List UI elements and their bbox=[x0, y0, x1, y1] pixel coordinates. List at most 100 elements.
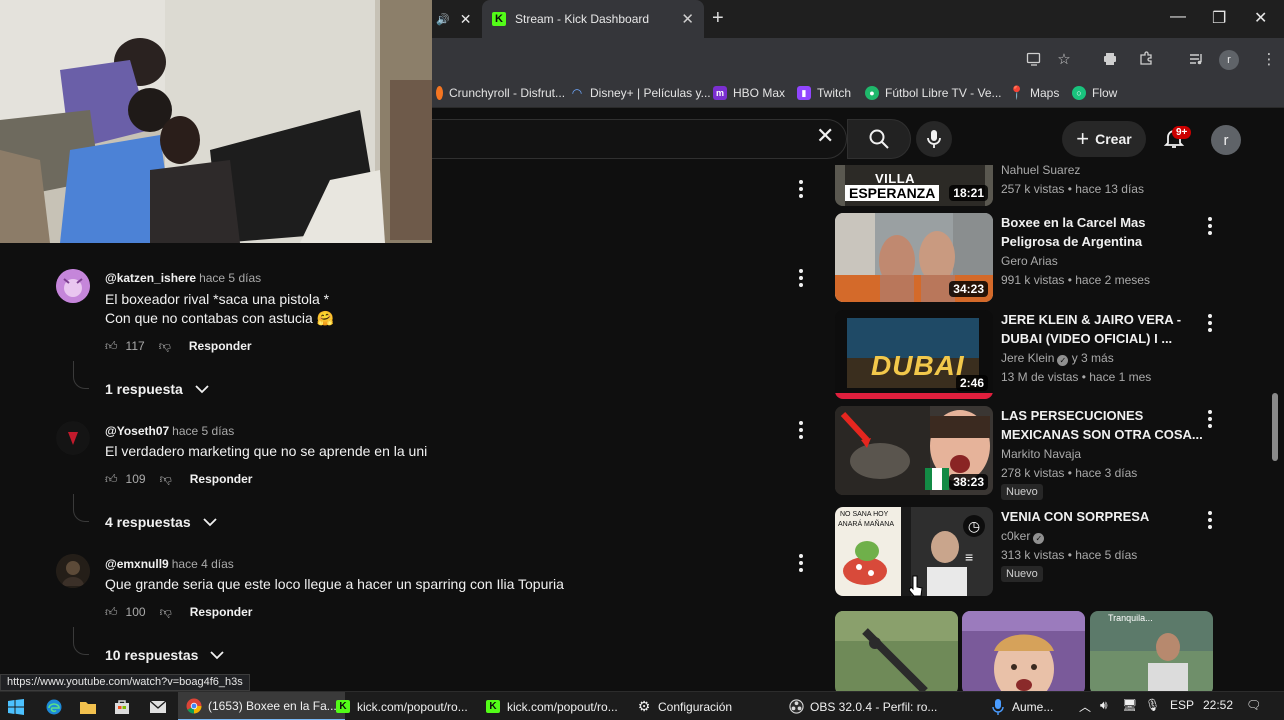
browser-profile-avatar[interactable]: r bbox=[1219, 50, 1239, 70]
video-thumbnail[interactable]: VILLA ESPERANZA 18:21 bbox=[835, 165, 993, 206]
tab-kick-dashboard[interactable]: K Stream - Kick Dashboard ✕ bbox=[482, 0, 704, 38]
media-control-icon[interactable] bbox=[1187, 50, 1205, 68]
speaker-icon[interactable]: 🔊︎ bbox=[1100, 698, 1108, 713]
install-app-icon[interactable] bbox=[1025, 50, 1043, 68]
video-title[interactable]: LAS PERSECUCIONES MEXICANAS SON OTRA COS… bbox=[1001, 406, 1206, 444]
language-indicator[interactable]: ESP bbox=[1170, 698, 1194, 712]
tab-close-icon[interactable]: ✕ bbox=[681, 10, 694, 28]
add-to-queue-icon[interactable]: ≡ bbox=[965, 549, 973, 565]
video-title[interactable]: Boxee en la Carcel Mas Peligrosa de Arge… bbox=[1001, 213, 1206, 251]
related-video[interactable]: VILLA ESPERANZA 18:21 Nahuel Suarez 257 … bbox=[835, 165, 1235, 206]
like-icon[interactable]: 👍︎ bbox=[105, 339, 118, 354]
like-icon[interactable]: 👍︎ bbox=[105, 472, 118, 487]
reply-button[interactable]: Responder bbox=[190, 605, 253, 619]
store-icon[interactable] bbox=[114, 692, 130, 720]
author-name[interactable]: @katzen_ishere bbox=[105, 271, 196, 285]
bookmark-crunchyroll[interactable]: Crunchyroll - Disfrut... bbox=[436, 86, 565, 100]
video-channel[interactable]: Nahuel Suarez bbox=[1001, 165, 1080, 177]
file-explorer-icon[interactable] bbox=[80, 692, 96, 720]
video-channel[interactable]: Gero Arias bbox=[1001, 254, 1058, 268]
replies-toggle[interactable]: 1 respuesta bbox=[105, 381, 209, 397]
comment-time[interactable]: hace 5 días bbox=[172, 424, 234, 438]
video-title[interactable]: VENIA CON SORPRESA bbox=[1001, 507, 1206, 526]
more-options-icon[interactable] bbox=[797, 554, 805, 572]
comment-author[interactable]: @katzen_ishere hace 5 días bbox=[105, 271, 261, 285]
watch-later-icon[interactable]: ◷ bbox=[963, 515, 985, 537]
bookmark-flow[interactable]: ○ Flow bbox=[1072, 86, 1117, 100]
bookmark-hbo-max[interactable]: m HBO Max bbox=[713, 86, 785, 100]
video-thumbnail[interactable]: 38:23 bbox=[835, 406, 993, 495]
more-options-icon[interactable] bbox=[1206, 217, 1214, 235]
author-name[interactable]: @Yoseth07 bbox=[105, 424, 169, 438]
video-thumbnail[interactable]: 34:23 bbox=[835, 213, 993, 302]
chevron-up-icon[interactable]: ︿ bbox=[1079, 698, 1091, 715]
comment-time[interactable]: hace 4 días bbox=[172, 557, 234, 571]
close-window-icon[interactable]: ✕ bbox=[1254, 8, 1267, 28]
network-icon[interactable]: 🖥︎ bbox=[1122, 698, 1137, 712]
avatar[interactable] bbox=[56, 421, 90, 455]
video-thumbnail[interactable]: DUBAI 2:46 bbox=[835, 310, 993, 399]
printer-icon[interactable] bbox=[1101, 50, 1119, 68]
taskbar-app-obs[interactable]: OBS 32.0.4 - Perfil: ro... bbox=[780, 692, 945, 720]
taskbar-app-kick-2[interactable]: K kick.com/popout/ro... bbox=[478, 692, 626, 720]
taskbar-app-settings[interactable]: ⚙ Configuración bbox=[628, 692, 740, 720]
new-tab-icon[interactable]: + bbox=[712, 8, 724, 28]
bookmark-twitch[interactable]: ▮ Twitch bbox=[797, 86, 851, 100]
account-avatar[interactable]: r bbox=[1211, 125, 1241, 155]
comment-author[interactable]: @emxnull9 hace 4 días bbox=[105, 557, 234, 571]
short-thumbnail[interactable] bbox=[835, 611, 958, 691]
avatar[interactable] bbox=[56, 554, 90, 588]
bookmark-futbol-libre[interactable]: ● Fútbol Libre TV - Ve... bbox=[865, 86, 1002, 100]
replies-toggle[interactable]: 4 respuestas bbox=[105, 514, 217, 530]
reply-button[interactable]: Responder bbox=[190, 472, 253, 486]
more-options-icon[interactable] bbox=[1206, 410, 1214, 428]
tab-close-icon[interactable]: ✕ bbox=[460, 11, 472, 28]
related-video[interactable]: DUBAI 2:46 JERE KLEIN & JAIRO VERA - DUB… bbox=[835, 310, 1235, 400]
avatar[interactable] bbox=[56, 269, 90, 303]
bookmark-star-icon[interactable]: ☆ bbox=[1055, 50, 1073, 68]
more-options-icon[interactable] bbox=[797, 269, 805, 287]
mail-icon[interactable] bbox=[150, 692, 166, 720]
comment-author[interactable]: @Yoseth07 hace 5 días bbox=[105, 424, 234, 438]
video-channel[interactable]: c0ker ✓ bbox=[1001, 529, 1045, 544]
dislike-icon[interactable]: 👎︎ bbox=[160, 472, 172, 487]
search-input[interactable] bbox=[432, 119, 847, 159]
clear-search-icon[interactable]: ✕ bbox=[816, 125, 834, 147]
comment-time[interactable]: hace 5 días bbox=[199, 271, 261, 285]
more-options-icon[interactable] bbox=[797, 421, 805, 439]
edge-icon[interactable] bbox=[46, 692, 62, 720]
restore-icon[interactable]: ❐ bbox=[1212, 8, 1226, 28]
like-icon[interactable]: 👍︎ bbox=[105, 605, 118, 620]
video-channel[interactable]: Markito Navaja bbox=[1001, 447, 1081, 461]
microphone-tray-icon[interactable]: 🎙︎ bbox=[1145, 698, 1160, 712]
short-thumbnail[interactable] bbox=[962, 611, 1085, 691]
related-video[interactable]: 34:23 Boxee en la Carcel Mas Peligrosa d… bbox=[835, 213, 1235, 303]
more-options-icon[interactable] bbox=[1206, 314, 1214, 332]
create-button[interactable]: + Crear bbox=[1062, 121, 1146, 157]
page-scrollbar[interactable] bbox=[1272, 393, 1278, 461]
browser-menu-icon[interactable]: ⋮ bbox=[1260, 50, 1278, 68]
more-options-icon[interactable] bbox=[797, 180, 805, 198]
replies-toggle[interactable]: 10 respuestas bbox=[105, 647, 225, 663]
extensions-icon[interactable] bbox=[1137, 50, 1155, 68]
bookmark-maps[interactable]: 📍 Maps bbox=[1009, 85, 1059, 100]
related-video[interactable]: NO SANA HOY ANARÁ MAÑANA ◷ ≡ VENIA CON S… bbox=[835, 507, 1235, 602]
video-title[interactable]: JERE KLEIN & JAIRO VERA - DUBAI (VIDEO O… bbox=[1001, 310, 1206, 348]
related-video[interactable]: 38:23 LAS PERSECUCIONES MEXICANAS SON OT… bbox=[835, 406, 1235, 501]
short-thumbnail[interactable]: Tranquila... bbox=[1090, 611, 1213, 691]
dislike-icon[interactable]: 👎︎ bbox=[160, 605, 172, 620]
notification-center-icon[interactable]: 🗨︎ bbox=[1246, 698, 1261, 712]
tab-partial[interactable]: 🔊 ✕ bbox=[432, 0, 482, 38]
clock[interactable]: 22:52 bbox=[1203, 698, 1233, 712]
taskbar-app-kick-1[interactable]: K kick.com/popout/ro... bbox=[328, 692, 476, 720]
taskbar-app-chrome[interactable]: (1653) Boxee en la Fa... bbox=[178, 692, 345, 720]
bookmark-disney[interactable]: ◠ Disney+ | Películas y... bbox=[570, 86, 710, 100]
search-button[interactable] bbox=[847, 119, 911, 159]
minimize-icon[interactable]: — bbox=[1170, 8, 1186, 26]
start-button[interactable] bbox=[8, 692, 24, 720]
dislike-icon[interactable]: 👎︎ bbox=[159, 339, 171, 354]
video-channel[interactable]: Jere Klein ✓ y 3 más bbox=[1001, 351, 1114, 366]
voice-search-button[interactable] bbox=[916, 121, 952, 157]
more-options-icon[interactable] bbox=[1206, 511, 1214, 529]
author-name[interactable]: @emxnull9 bbox=[105, 557, 169, 571]
